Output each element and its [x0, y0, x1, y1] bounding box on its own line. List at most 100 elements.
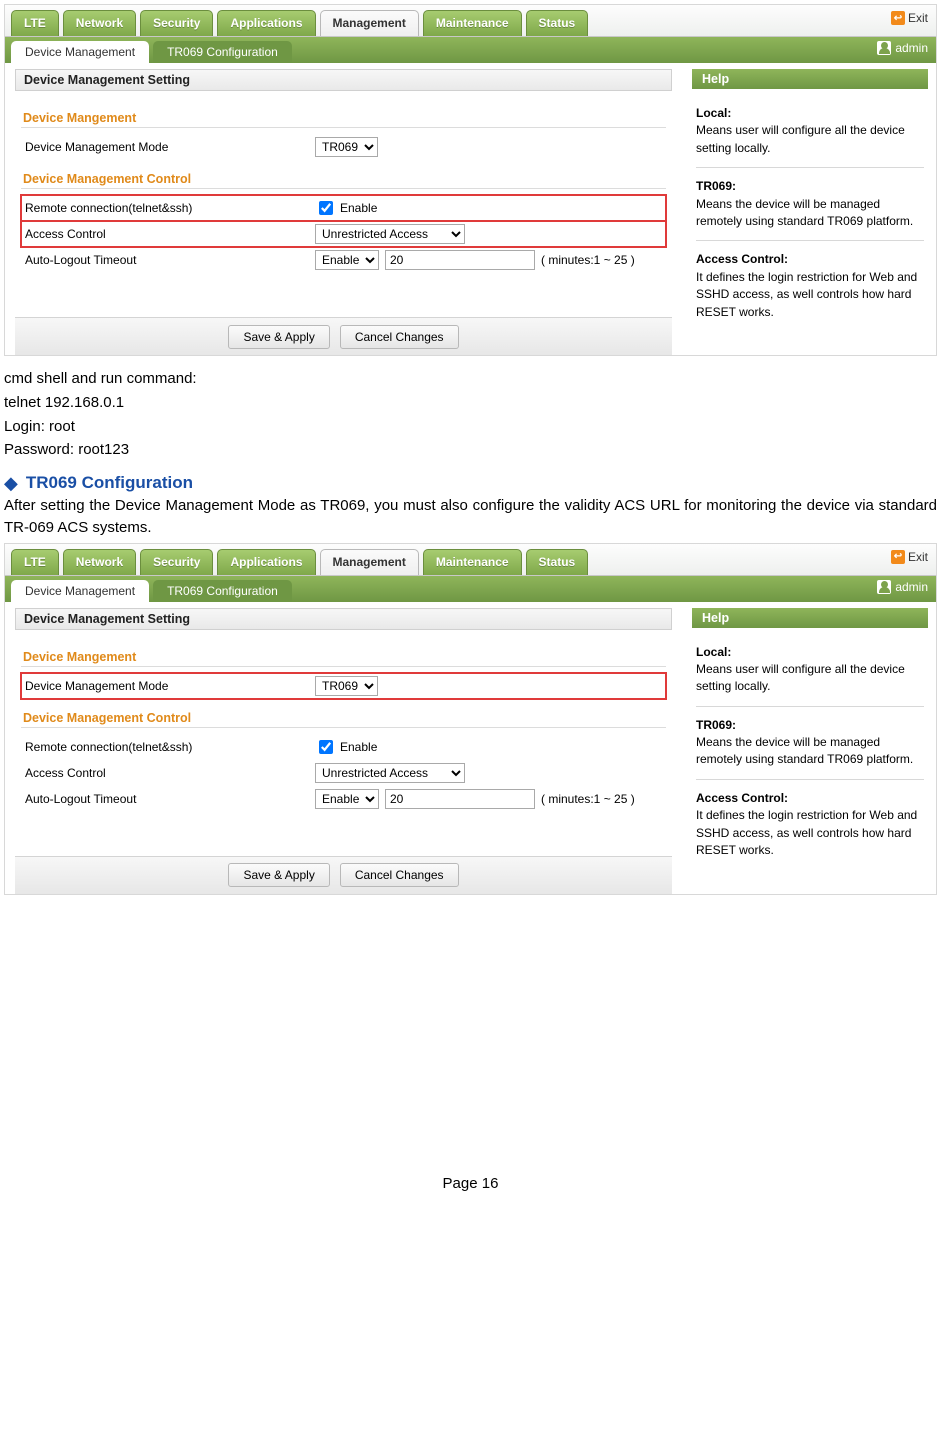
label-auto-logout: Auto-Logout Timeout — [25, 792, 315, 806]
tab-security[interactable]: Security — [140, 549, 213, 575]
cancel-changes-button[interactable]: Cancel Changes — [340, 325, 459, 349]
label-access: Access Control — [25, 766, 315, 780]
exit-icon: ↩ — [891, 550, 905, 564]
exit-icon: ↩ — [891, 11, 905, 25]
secondary-tabbar: Device Management TR069 Configuration ad… — [5, 576, 936, 602]
tab-network[interactable]: Network — [63, 549, 136, 575]
primary-tabbar: LTENetworkSecurityApplicationsManagement… — [5, 5, 936, 37]
select-access-control[interactable]: Unrestricted Access — [315, 224, 465, 244]
section-device-management-control: Device Management Control — [21, 164, 666, 189]
tab-management[interactable]: Management — [320, 10, 419, 36]
user-icon — [877, 580, 891, 594]
tab-status[interactable]: Status — [526, 549, 589, 575]
current-user: admin — [877, 41, 928, 55]
tab-status[interactable]: Status — [526, 10, 589, 36]
help-access-text: It defines the login restriction for Web… — [696, 808, 917, 857]
label-auto-logout: Auto-Logout Timeout — [25, 253, 315, 267]
label-enable: Enable — [340, 740, 377, 754]
label-remote: Remote connection(telnet&ssh) — [25, 201, 315, 215]
checkbox-remote-enable[interactable] — [319, 740, 333, 754]
diamond-bullet-icon: ◆ — [4, 474, 18, 492]
page-number: Page 16 — [4, 1175, 937, 1192]
tab-maintenance[interactable]: Maintenance — [423, 549, 522, 575]
tab-network[interactable]: Network — [63, 10, 136, 36]
section-heading: ◆ TR069 Configuration — [4, 473, 937, 493]
user-icon — [877, 41, 891, 55]
help-access-head: Access Control: — [696, 790, 924, 807]
select-access-control[interactable]: Unrestricted Access — [315, 763, 465, 783]
input-auto-logout-minutes[interactable] — [385, 250, 535, 270]
button-row: Save & Apply Cancel Changes — [15, 856, 672, 894]
input-auto-logout-minutes[interactable] — [385, 789, 535, 809]
secondary-tabbar: Device Management TR069 Configuration ad… — [5, 37, 936, 63]
hint-minutes-range: ( minutes:1 ~ 25 ) — [541, 253, 635, 267]
tab-device-management[interactable]: Device Management — [11, 580, 149, 602]
panel-title: Device Management Setting — [15, 69, 672, 91]
help-local-text: Means user will configure all the device… — [696, 123, 905, 154]
row-auto-logout: Auto-Logout Timeout Enable ( minutes:1 ~… — [21, 786, 666, 812]
checkbox-remote-enable[interactable] — [319, 201, 333, 215]
label-mode: Device Management Mode — [25, 679, 315, 693]
router-ui-panel-2: LTENetworkSecurityApplicationsManagement… — [4, 543, 937, 895]
help-sidebar: Help Local: Means user will configure al… — [682, 63, 936, 355]
row-device-management-mode: Device Management Mode TR069 — [21, 673, 666, 699]
save-apply-button[interactable]: Save & Apply — [228, 325, 329, 349]
help-access-head: Access Control: — [696, 251, 924, 268]
help-local-head: Local: — [696, 105, 924, 122]
section-device-management: Device Mangement — [21, 642, 666, 667]
tab-applications[interactable]: Applications — [217, 10, 315, 36]
help-local-head: Local: — [696, 644, 924, 661]
tab-lte[interactable]: LTE — [11, 549, 59, 575]
exit-label: Exit — [908, 550, 928, 564]
help-title: Help — [692, 69, 928, 89]
help-tr069-text: Means the device will be managed remotel… — [696, 735, 913, 766]
tab-security[interactable]: Security — [140, 10, 213, 36]
tab-applications[interactable]: Applications — [217, 549, 315, 575]
tab-device-management[interactable]: Device Management — [11, 41, 149, 63]
tab-tr069-configuration[interactable]: TR069 Configuration — [153, 580, 292, 602]
hint-minutes-range: ( minutes:1 ~ 25 ) — [541, 792, 635, 806]
label-remote: Remote connection(telnet&ssh) — [25, 740, 315, 754]
cancel-changes-button[interactable]: Cancel Changes — [340, 863, 459, 887]
select-auto-logout-enable[interactable]: Enable — [315, 789, 379, 809]
select-mode[interactable]: TR069 — [315, 676, 378, 696]
help-tr069-head: TR069: — [696, 178, 924, 195]
row-remote-connection: Remote connection(telnet&ssh) Enable — [21, 734, 666, 760]
panel-title: Device Management Setting — [15, 608, 672, 630]
help-access-text: It defines the login restriction for Web… — [696, 270, 917, 319]
router-ui-panel-1: LTENetworkSecurityApplicationsManagement… — [4, 4, 937, 356]
tab-lte[interactable]: LTE — [11, 10, 59, 36]
paragraph-tr069: After setting the Device Management Mode… — [4, 495, 937, 539]
primary-tabbar: LTENetworkSecurityApplicationsManagement… — [5, 544, 936, 576]
tab-maintenance[interactable]: Maintenance — [423, 10, 522, 36]
label-enable: Enable — [340, 201, 377, 215]
label-access: Access Control — [25, 227, 315, 241]
exit-link[interactable]: ↩ Exit — [891, 550, 928, 564]
exit-label: Exit — [908, 11, 928, 25]
help-title: Help — [692, 608, 928, 628]
row-access-control: Access Control Unrestricted Access — [21, 760, 666, 786]
section-device-management-control: Device Management Control — [21, 703, 666, 728]
section-device-management: Device Mangement — [21, 103, 666, 128]
tab-management[interactable]: Management — [320, 549, 419, 575]
button-row: Save & Apply Cancel Changes — [15, 317, 672, 355]
row-auto-logout: Auto-Logout Timeout Enable ( minutes:1 ~… — [21, 247, 666, 273]
row-remote-connection: Remote connection(telnet&ssh) Enable — [21, 195, 666, 221]
row-access-control: Access Control Unrestricted Access — [21, 221, 666, 247]
help-tr069-text: Means the device will be managed remotel… — [696, 197, 913, 228]
heading-tr069-configuration: TR069 Configuration — [26, 473, 193, 493]
text-telnet: telnet 192.168.0.1 — [4, 392, 937, 414]
exit-link[interactable]: ↩ Exit — [891, 11, 928, 25]
row-device-management-mode: Device Management Mode TR069 — [21, 134, 666, 160]
text-cmd-shell: cmd shell and run command: — [4, 368, 937, 390]
save-apply-button[interactable]: Save & Apply — [228, 863, 329, 887]
help-tr069-head: TR069: — [696, 717, 924, 734]
tab-tr069-configuration[interactable]: TR069 Configuration — [153, 41, 292, 63]
select-mode[interactable]: TR069 — [315, 137, 378, 157]
label-mode: Device Management Mode — [25, 140, 315, 154]
text-password: Password: root123 — [4, 439, 937, 461]
help-local-text: Means user will configure all the device… — [696, 662, 905, 693]
current-user: admin — [877, 580, 928, 594]
help-sidebar: Help Local: Means user will configure al… — [682, 602, 936, 894]
select-auto-logout-enable[interactable]: Enable — [315, 250, 379, 270]
